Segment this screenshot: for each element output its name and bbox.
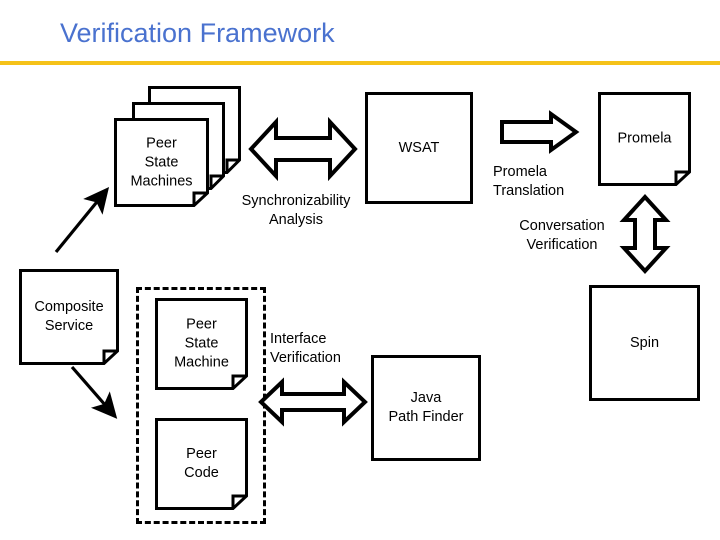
arrow-psm-wsat (248, 116, 358, 182)
node-label-peer-state-machine: Peer State Machine (174, 316, 229, 371)
node-label-spin: Spin (629, 334, 660, 351)
arrow-promela-spin (619, 194, 671, 274)
node-wsat[interactable]: WSAT (365, 92, 473, 204)
node-label-peer-code: Peer Code (184, 446, 219, 481)
node-peer-state-machines[interactable]: Peer State Machines (114, 118, 209, 207)
node-label-promela: Promela (617, 130, 672, 147)
arrow-wsat-promela (499, 110, 580, 154)
node-label-java-path-finder: Java Path Finder (388, 390, 464, 425)
label-conversation-verification: Conversation Verification (519, 218, 605, 253)
arrow-composite-to-peer-group (66, 362, 128, 424)
node-peer-code[interactable]: Peer Code (155, 418, 248, 510)
node-java-path-finder[interactable]: Java Path Finder (371, 355, 481, 461)
node-label-wsat: WSAT (398, 139, 440, 156)
page-title: Verification Framework (60, 18, 335, 48)
node-promela[interactable]: Promela (598, 92, 691, 186)
arrow-group-java-path-finder (258, 377, 368, 427)
slide-canvas: Verification Framework Peer State Machin… (0, 0, 720, 540)
node-label-composite-service: Composite Service (34, 299, 104, 334)
node-spin[interactable]: Spin (589, 285, 700, 401)
arrow-composite-to-peer-state-machines (48, 182, 114, 260)
node-label-peer-state-machines: Peer State Machines (130, 135, 193, 189)
node-peer-state-machine[interactable]: Peer State Machine (155, 298, 248, 390)
node-composite-service[interactable]: Composite Service (19, 269, 119, 365)
label-synchronizability-analysis: Synchronizability Analysis (241, 193, 351, 228)
title-divider (0, 61, 720, 65)
